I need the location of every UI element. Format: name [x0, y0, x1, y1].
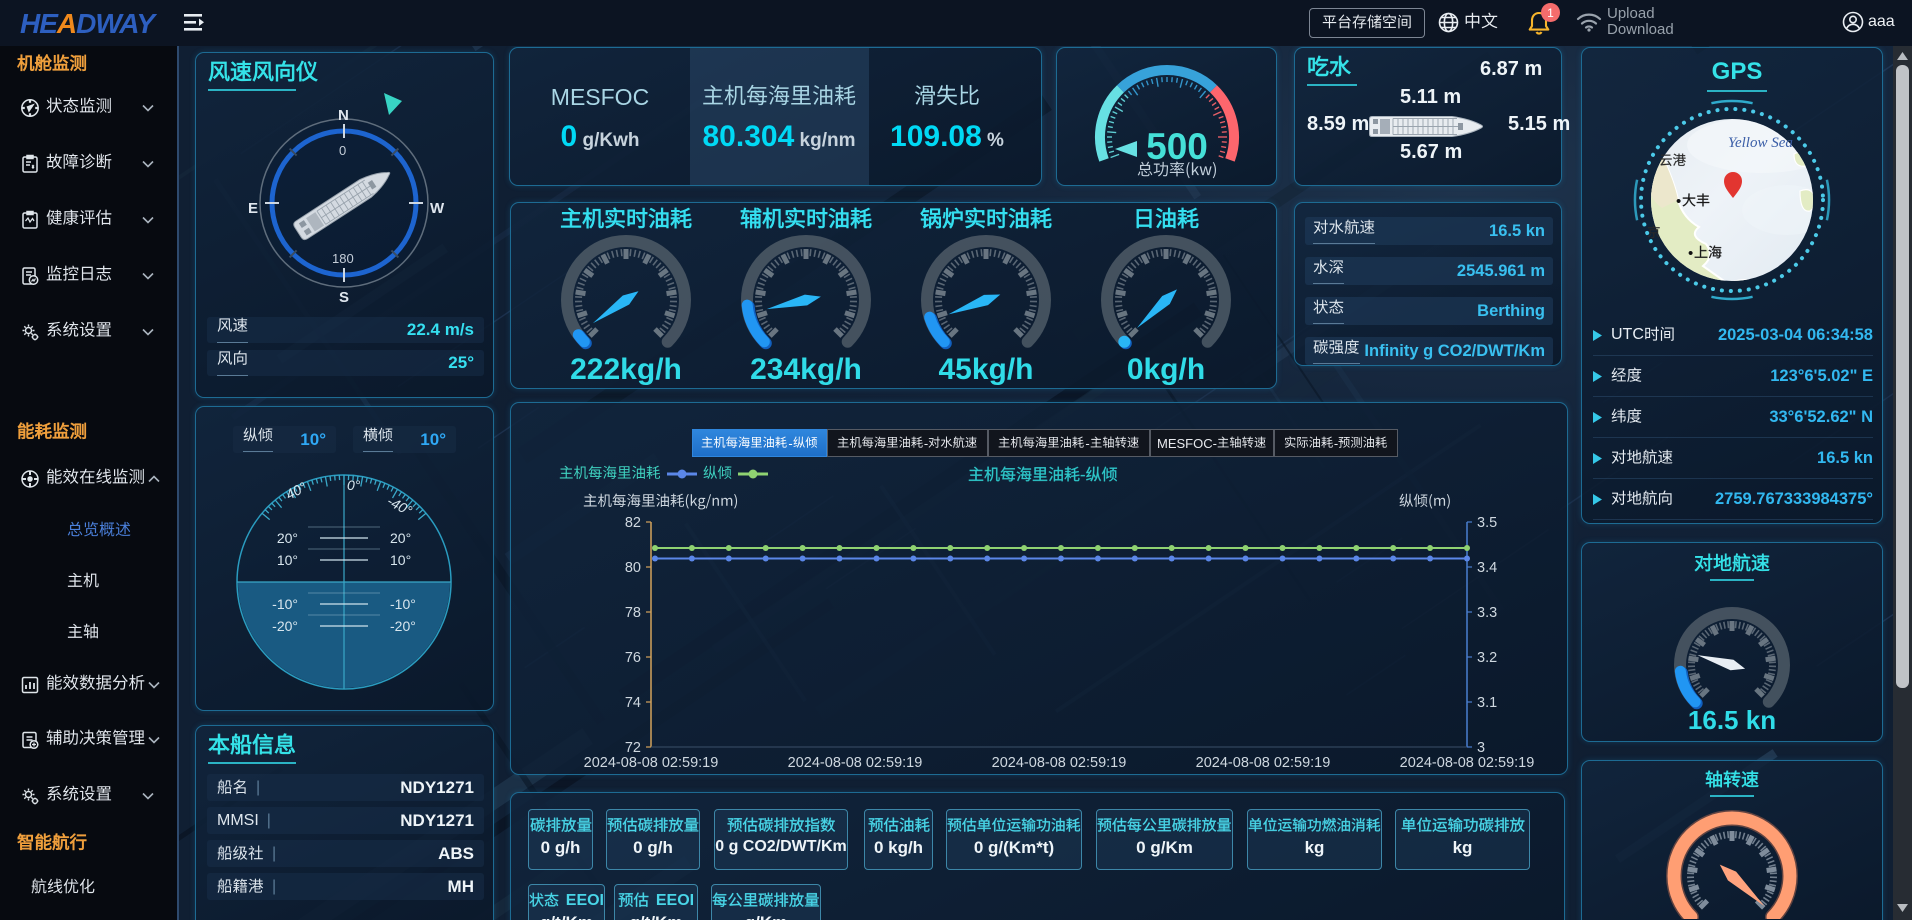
svg-text:-10°: -10°: [390, 596, 416, 612]
svg-text:20°: 20°: [277, 530, 298, 546]
svg-text:2024-08-08 02:59:19: 2024-08-08 02:59:19: [992, 755, 1127, 771]
svg-text:3.5: 3.5: [1477, 515, 1497, 531]
svg-text:3.3: 3.3: [1477, 605, 1497, 621]
svg-text:74: 74: [625, 695, 641, 711]
svg-text:3: 3: [1477, 740, 1485, 756]
svg-text:80: 80: [625, 560, 641, 576]
svg-text:10°: 10°: [390, 552, 411, 568]
svg-text:78: 78: [625, 605, 641, 621]
svg-text:3.1: 3.1: [1477, 695, 1497, 711]
svg-text:20°: 20°: [390, 530, 411, 546]
svg-text:82: 82: [625, 515, 641, 531]
svg-text:72: 72: [625, 740, 641, 756]
svg-text:0°: 0°: [347, 477, 361, 493]
svg-text:76: 76: [625, 650, 641, 666]
svg-text:3.2: 3.2: [1477, 650, 1497, 666]
svg-text:3.4: 3.4: [1477, 560, 1497, 576]
svg-text:2024-08-08 02:59:19: 2024-08-08 02:59:19: [788, 755, 923, 771]
svg-text:-20°: -20°: [272, 618, 298, 634]
svg-text:10°: 10°: [277, 552, 298, 568]
svg-text:2024-08-08 02:59:19: 2024-08-08 02:59:19: [1400, 755, 1535, 771]
svg-text:-20°: -20°: [390, 618, 416, 634]
svg-text:2024-08-08 02:59:19: 2024-08-08 02:59:19: [1196, 755, 1331, 771]
svg-text:2024-08-08 02:59:19: 2024-08-08 02:59:19: [584, 755, 719, 771]
svg-text:-10°: -10°: [272, 596, 298, 612]
